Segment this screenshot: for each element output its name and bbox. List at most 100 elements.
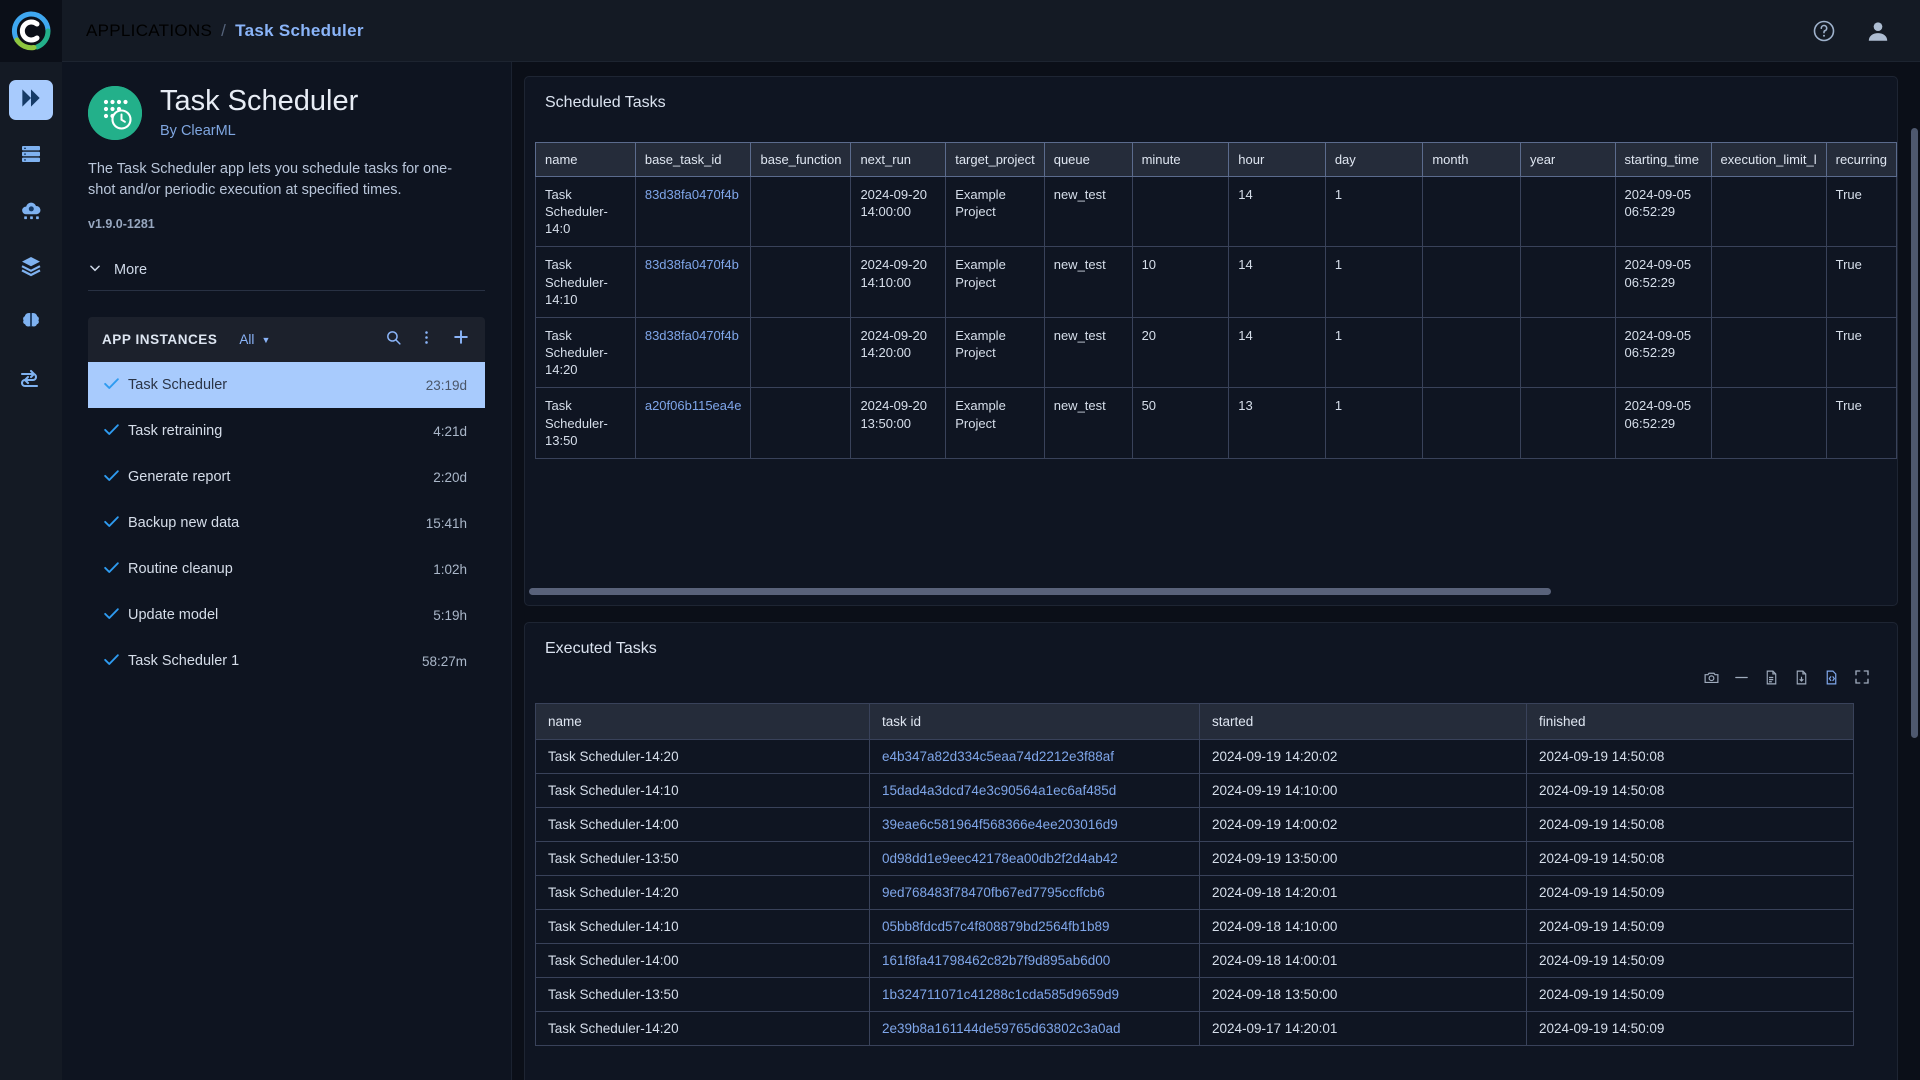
table-cell: 2024-09-20 14:10:00 bbox=[850, 246, 947, 318]
column-header[interactable]: name bbox=[535, 703, 870, 740]
horizontal-scrollbar-track[interactable] bbox=[525, 585, 1897, 595]
task-id-link[interactable]: 161f8fa41798462c82b7f9d895ab6d00 bbox=[869, 943, 1200, 978]
camera-snapshot-icon[interactable] bbox=[1703, 669, 1720, 691]
column-header[interactable]: base_task_id bbox=[634, 142, 752, 177]
kebab-menu-icon[interactable] bbox=[418, 329, 435, 351]
rail-item-autoscalers[interactable] bbox=[9, 192, 53, 232]
table-cell bbox=[750, 175, 852, 248]
column-header[interactable]: started bbox=[1199, 703, 1527, 740]
rail-item-datasets[interactable] bbox=[9, 248, 53, 288]
base-task-id-link[interactable]: 83d38fa0470f4b bbox=[634, 246, 752, 318]
export-csv-icon[interactable] bbox=[1763, 669, 1780, 691]
task-id-link[interactable]: 2e39b8a161144de59765d63802c3a0ad bbox=[869, 1011, 1200, 1046]
instance-runtime: 58:27m bbox=[421, 653, 467, 669]
table-cell: Task Scheduler-14:10 bbox=[535, 773, 870, 808]
column-header[interactable]: execution_limit_l bbox=[1710, 142, 1827, 177]
table-cell: Task Scheduler-14:00 bbox=[535, 943, 870, 978]
more-toggle[interactable]: More bbox=[88, 261, 485, 279]
list-item[interactable]: Backup new data 15:41h bbox=[88, 500, 485, 546]
help-circle-icon[interactable] bbox=[1810, 17, 1838, 45]
top-bar: APPLICATIONS / Task Scheduler bbox=[0, 0, 1920, 62]
vertical-scrollbar-thumb[interactable] bbox=[1911, 128, 1918, 738]
base-task-id-link[interactable]: 83d38fa0470f4b bbox=[634, 316, 752, 389]
fullscreen-expand-icon[interactable] bbox=[1853, 668, 1871, 691]
list-item[interactable]: Task Scheduler 23:19d bbox=[88, 362, 485, 409]
rail-item-workers[interactable] bbox=[9, 136, 53, 176]
task-id-link[interactable]: 0d98dd1e9eec42178ea00db2f2d4ab42 bbox=[869, 841, 1200, 876]
column-header[interactable]: minute bbox=[1131, 142, 1230, 177]
list-item[interactable]: Task Scheduler 1 58:27m bbox=[88, 638, 485, 684]
table-cell: new_test bbox=[1043, 387, 1133, 459]
page-title: Task Scheduler bbox=[160, 85, 359, 117]
table-cell: 2024-09-18 14:20:01 bbox=[1199, 875, 1527, 910]
rail-item-models[interactable] bbox=[9, 304, 53, 344]
task-id-link[interactable]: 9ed768483f78470fb67ed7795ccffcb6 bbox=[869, 875, 1200, 910]
app-instances-header: APP INSTANCES All ▼ bbox=[88, 317, 485, 363]
more-label: More bbox=[114, 262, 148, 279]
column-header[interactable]: target_project bbox=[945, 142, 1045, 177]
table-cell: True bbox=[1825, 175, 1897, 248]
table-cell: 2024-09-19 14:50:09 bbox=[1526, 1011, 1854, 1046]
instance-name: Task Scheduler 1 bbox=[128, 653, 240, 670]
scheduled-tasks-card: Scheduled Tasks name base_task_id base_fun… bbox=[524, 76, 1898, 606]
base-task-id-link[interactable]: 83d38fa0470f4b bbox=[634, 175, 752, 248]
user-avatar-icon[interactable] bbox=[1864, 17, 1892, 45]
task-id-link[interactable]: 39eae6c581964f568366e4ee203016d9 bbox=[869, 807, 1200, 842]
table-cell: Task Scheduler-14:0 bbox=[535, 175, 636, 248]
table-cell: True bbox=[1825, 387, 1897, 459]
table-row: Task Scheduler-14:10 05bb8fdcd57c4f808879… bbox=[535, 909, 1854, 944]
list-item[interactable]: Generate report 2:20d bbox=[88, 454, 485, 500]
table-cell: Task Scheduler-13:50 bbox=[535, 841, 870, 876]
table-cell: 1 bbox=[1324, 316, 1424, 389]
plus-icon[interactable] bbox=[451, 327, 471, 352]
column-header[interactable]: queue bbox=[1043, 142, 1133, 177]
table-cell: Example Project bbox=[945, 387, 1045, 459]
table-cell: 2024-09-18 13:50:00 bbox=[1199, 977, 1527, 1012]
base-task-id-link[interactable]: a20f06b115ea4e bbox=[634, 387, 752, 459]
zoom-pan-icon[interactable] bbox=[1733, 669, 1750, 691]
chevron-down-icon[interactable]: ▼ bbox=[261, 335, 270, 345]
horizontal-scrollbar-thumb[interactable] bbox=[529, 588, 1551, 595]
column-header[interactable]: year bbox=[1519, 142, 1616, 177]
breadcrumb-applications[interactable]: APPLICATIONS bbox=[86, 21, 212, 41]
plot-toolbar bbox=[525, 658, 1897, 695]
check-icon bbox=[102, 558, 128, 581]
column-header[interactable]: name bbox=[535, 142, 636, 177]
table-cell bbox=[1422, 246, 1521, 318]
column-header[interactable]: base_function bbox=[750, 142, 852, 177]
table-cell: Task Scheduler-14:20 bbox=[535, 875, 870, 910]
table-cell: new_test bbox=[1043, 246, 1133, 318]
column-header[interactable]: starting_time bbox=[1614, 142, 1712, 177]
rail-item-pipelines[interactable] bbox=[9, 360, 53, 400]
embed-code-icon[interactable] bbox=[1823, 669, 1840, 691]
divider bbox=[88, 290, 485, 292]
task-id-link[interactable]: 15dad4a3dcd74e3c90564a1ec6af485d bbox=[869, 773, 1200, 808]
table-cell bbox=[750, 316, 852, 389]
export-file-icon[interactable] bbox=[1793, 669, 1810, 691]
instances-filter-value[interactable]: All bbox=[239, 332, 254, 347]
list-item[interactable]: Update model 5:19h bbox=[88, 592, 485, 638]
list-item[interactable]: Task retraining 4:21d bbox=[88, 408, 485, 454]
column-header[interactable]: next_run bbox=[850, 142, 947, 177]
task-id-link[interactable]: 1b324711071c41288c1cda585d9659d9 bbox=[869, 977, 1200, 1012]
task-id-link[interactable]: 05bb8fdcd57c4f808879bd2564fb1b89 bbox=[869, 909, 1200, 944]
list-item[interactable]: Routine cleanup 1:02h bbox=[88, 546, 485, 592]
scheduled-tasks-table-wrap: name base_task_id base_function next_run tar… bbox=[525, 112, 1897, 459]
executed-tasks-table: name task id started finished Task Schedule… bbox=[535, 703, 1854, 1046]
app-description: The Task Scheduler app lets you schedule… bbox=[88, 161, 453, 198]
column-header[interactable]: recurring bbox=[1825, 142, 1897, 177]
search-icon[interactable] bbox=[385, 329, 402, 351]
clearml-logo[interactable] bbox=[0, 0, 62, 62]
column-header[interactable]: task id bbox=[869, 703, 1200, 740]
table-cell: 1 bbox=[1324, 387, 1424, 459]
column-header[interactable]: day bbox=[1324, 142, 1424, 177]
breadcrumb-current: Task Scheduler bbox=[235, 20, 364, 40]
column-header[interactable]: month bbox=[1422, 142, 1521, 177]
main-content: Scheduled Tasks name base_task_id base_fun… bbox=[512, 62, 1920, 1080]
column-header[interactable]: hour bbox=[1228, 142, 1326, 177]
rail-item-applications[interactable] bbox=[9, 80, 53, 120]
task-id-link[interactable]: e4b347a82d334c5eaa74d2212e3f88af bbox=[869, 739, 1200, 774]
instance-runtime: 4:21d bbox=[433, 423, 467, 439]
column-header[interactable]: finished bbox=[1526, 703, 1854, 740]
table-cell bbox=[1710, 316, 1827, 389]
